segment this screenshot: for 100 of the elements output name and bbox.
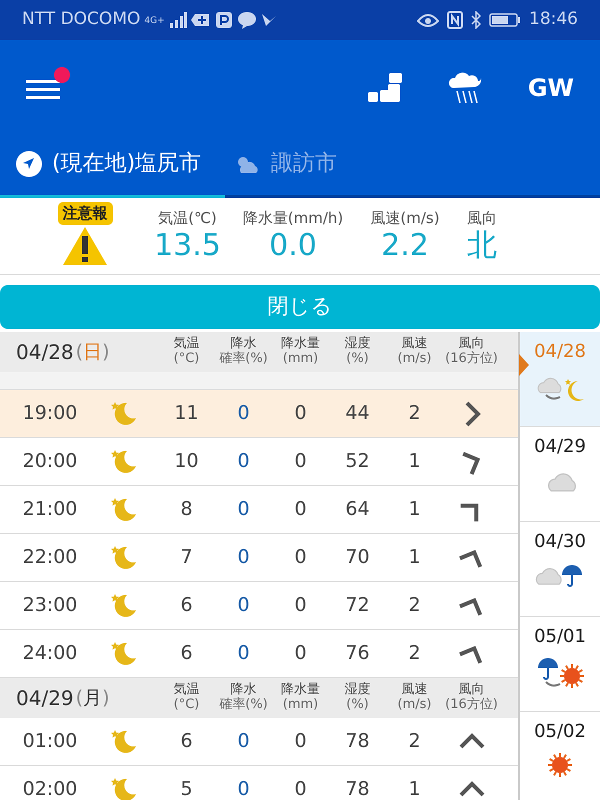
blocks-icon[interactable] <box>368 72 402 102</box>
column-header: 風向 (16方位) <box>444 337 499 367</box>
date-item[interactable]: 05/02 <box>520 712 600 800</box>
temperature-cell-text: 6 <box>179 729 194 754</box>
time-cell-text: 19:00 <box>22 401 78 426</box>
precip-amount-cell-text: 0 <box>293 729 308 754</box>
gw-button[interactable]: GW <box>528 70 574 106</box>
temperature-cell-text: 6 <box>179 593 194 618</box>
date-item[interactable]: 05/01 <box>520 617 600 712</box>
weekday-label: (日) <box>76 340 110 365</box>
date-item[interactable]: 04/29 <box>520 427 600 522</box>
wind-speed-cell-text: 1 <box>407 777 422 800</box>
time-cell-text: 21:00 <box>22 497 78 522</box>
humidity-cell-text: 78 <box>344 729 371 754</box>
precip-chance-cell-text: 0 <box>236 401 251 426</box>
forecast-row[interactable]: 23:00 6 0 0 72 2 <box>0 582 518 630</box>
time-cell-text: 01:00 <box>22 729 78 754</box>
column-header: 降水量 (mm) <box>280 337 321 367</box>
sun-icon <box>546 751 574 779</box>
reading-value: 0.0 <box>269 229 317 262</box>
p-app-icon <box>214 11 233 29</box>
precip-chance-cell-text: 0 <box>236 449 251 474</box>
time-cell-text: 24:00 <box>22 641 78 666</box>
reading-value: 2.2 <box>381 229 429 262</box>
precip-chance-cell-text: 0 <box>236 641 251 666</box>
time-cell-text: 22:00 <box>22 545 78 570</box>
precip-chance-cell-text: 0 <box>236 593 251 618</box>
precip-chance-cell-text: 0 <box>236 777 251 800</box>
temperature-cell-text: 10 <box>173 449 200 474</box>
time-cell-text: 02:00 <box>22 777 78 800</box>
humidity-cell-text: 52 <box>344 449 371 474</box>
location-tab[interactable]: (現在地)塩尻市 <box>0 135 218 192</box>
temperature-cell-text: 7 <box>179 545 194 570</box>
temperature-cell-text: 11 <box>173 401 200 426</box>
wind-speed-cell-text: 2 <box>407 401 422 426</box>
forecast-row[interactable]: 22:00 7 0 0 70 1 <box>0 534 518 582</box>
temperature-cell-text: 6 <box>179 641 194 666</box>
chat-bubble-icon <box>236 11 257 29</box>
precip-amount-cell-text: 0 <box>293 777 308 800</box>
carrier-name: NTT DOCOMO <box>22 8 140 32</box>
signal-icon <box>168 12 187 28</box>
precip-chance-cell-text: 0 <box>236 545 251 570</box>
precip-amount-cell-text: 0 <box>293 641 308 666</box>
column-header: 湿度 (%) <box>344 683 372 713</box>
column-header: 降水量 (mm) <box>280 683 321 713</box>
reading-label: 風向 <box>467 208 497 229</box>
warning-icon <box>61 224 109 267</box>
precip-amount-cell-text: 0 <box>293 497 308 522</box>
pointer-icon <box>519 354 529 376</box>
temperature-cell-text: 8 <box>179 497 194 522</box>
check-icon <box>260 12 277 28</box>
precip-chance-cell-text: 0 <box>236 497 251 522</box>
wind-speed-cell-text: 1 <box>407 497 422 522</box>
precip-chance-cell-text: 0 <box>236 729 251 754</box>
wind-speed-cell-text: 1 <box>407 449 422 474</box>
time-cell-text: 23:00 <box>22 593 78 618</box>
column-header: 降水 確率(%) <box>218 683 269 713</box>
column-header: 気温 (°C) <box>172 337 200 367</box>
bluetooth-icon <box>471 11 481 29</box>
column-header: 気温 (°C) <box>172 683 200 713</box>
clock-time: 18:46 <box>529 8 578 32</box>
humidity-cell-text: 64 <box>344 497 371 522</box>
eye-icon <box>417 12 439 28</box>
forecast-row[interactable]: 01:00 6 0 0 78 2 <box>0 718 518 766</box>
reading-label: 風速(m/s) <box>370 208 440 229</box>
reading-label: 気温(℃) <box>158 208 217 229</box>
weekday-label: (月) <box>76 686 110 711</box>
column-header: 湿度 (%) <box>344 337 372 367</box>
humidity-cell-text: 78 <box>344 777 371 800</box>
reading-value: 北 <box>467 229 497 262</box>
precip-amount-cell-text: 0 <box>293 593 308 618</box>
reading-label: 降水量(mm/h) <box>242 208 344 229</box>
alert-badge: 注意報 <box>58 202 112 225</box>
column-header: 降水 確率(%) <box>218 337 269 367</box>
date-heading: 04/28 <box>16 339 74 366</box>
precip-amount-cell-text: 0 <box>293 545 308 570</box>
date-heading: 04/29 <box>16 685 74 712</box>
temperature-cell-text: 5 <box>179 777 194 800</box>
reading-value: 13.5 <box>154 229 221 262</box>
date-item[interactable]: 04/30 <box>520 522 600 617</box>
battery-icon <box>489 12 521 28</box>
forecast-row[interactable]: 20:00 10 0 0 52 1 <box>0 438 518 486</box>
wind-speed-cell-text: 2 <box>407 729 422 754</box>
precip-amount-cell-text: 0 <box>293 449 308 474</box>
forecast-row[interactable]: 21:00 8 0 0 64 1 <box>0 486 518 534</box>
column-header: 風速 (m/s) <box>396 683 432 713</box>
wind-speed-cell-text: 2 <box>407 593 422 618</box>
humidity-cell-text: 76 <box>344 641 371 666</box>
plus-tag-icon <box>190 12 211 28</box>
forecast-row[interactable]: 02:00 5 0 0 78 1 <box>0 766 518 800</box>
column-header: 風速 (m/s) <box>396 337 432 367</box>
nfc-icon <box>447 11 463 29</box>
wind-speed-cell-text: 1 <box>407 545 422 570</box>
humidity-cell-text: 72 <box>344 593 371 618</box>
humidity-cell-text: 70 <box>344 545 371 570</box>
network-type: 4G+ <box>144 15 165 28</box>
humidity-cell-text: 44 <box>344 401 371 426</box>
wind-speed-cell-text: 2 <box>407 641 422 666</box>
rain-cloud-icon[interactable] <box>448 70 482 104</box>
forecast-row[interactable]: 19:00 11 0 0 44 2 <box>0 390 518 438</box>
